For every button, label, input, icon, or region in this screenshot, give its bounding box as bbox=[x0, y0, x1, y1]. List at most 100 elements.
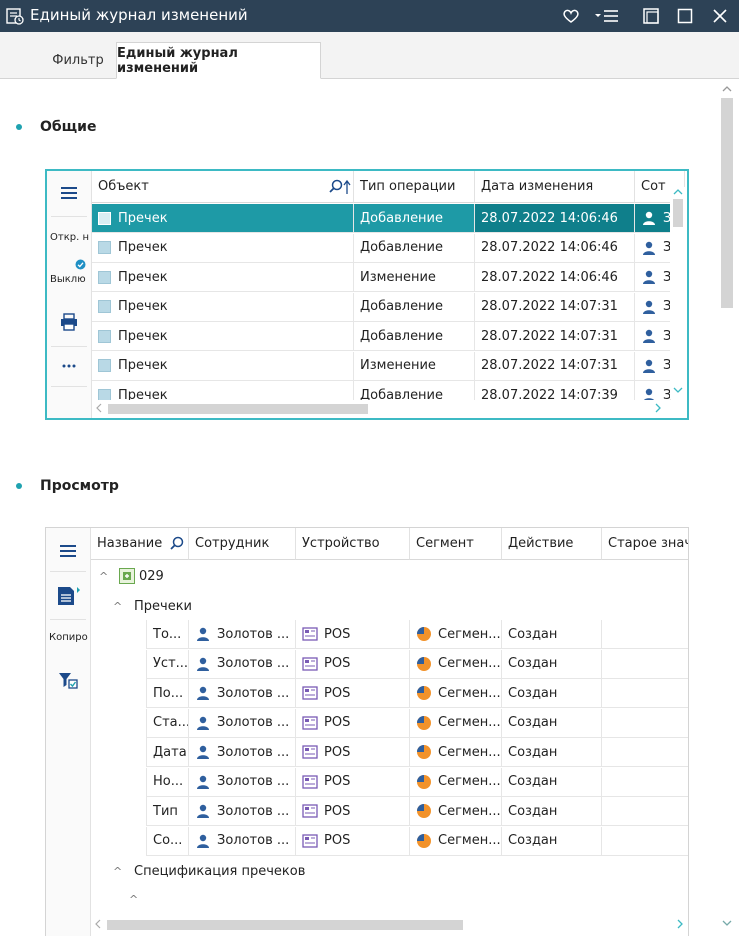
cell-device[interactable]: POS bbox=[296, 797, 410, 826]
cell-operation[interactable]: Изменение bbox=[354, 351, 475, 381]
cell-employee[interactable]: Золотов ... bbox=[189, 679, 296, 708]
cell-name[interactable]: Но... bbox=[146, 767, 189, 797]
tree-subgroup-specification[interactable]: ^ Спецификация пречеков bbox=[113, 860, 305, 882]
tab-filter[interactable]: Фильтр bbox=[40, 42, 116, 79]
menu-button[interactable] bbox=[592, 4, 622, 28]
chevron-down-icon[interactable] bbox=[721, 918, 733, 928]
cell-name[interactable]: По... bbox=[146, 679, 189, 708]
cell-device[interactable]: POS bbox=[296, 679, 410, 708]
collapse-caret-icon[interactable]: ^ bbox=[129, 893, 141, 906]
tree-group-029[interactable]: ^ 029 bbox=[99, 565, 164, 587]
cell-employee[interactable]: Золотов ... bbox=[189, 826, 296, 856]
cell-old-value[interactable] bbox=[602, 827, 688, 856]
chevron-up-icon[interactable] bbox=[721, 84, 733, 94]
cell-segment[interactable]: Сегмен... bbox=[410, 797, 502, 826]
cell-employee[interactable]: З bbox=[635, 204, 671, 233]
cell-old-value[interactable] bbox=[602, 738, 688, 767]
cell-date[interactable]: 28.07.2022 14:07:31 bbox=[475, 322, 635, 351]
cell-device[interactable]: POS bbox=[296, 738, 410, 767]
cell-employee[interactable]: Золотов ... bbox=[189, 797, 296, 826]
cell-device[interactable]: POS bbox=[296, 620, 410, 649]
cell-name[interactable]: Уст... bbox=[146, 649, 189, 679]
chevron-right-icon[interactable] bbox=[676, 919, 684, 929]
cell-name[interactable]: То... bbox=[146, 620, 189, 649]
cell-employee[interactable]: Золотов ... bbox=[189, 738, 296, 767]
cell-action[interactable]: Создан bbox=[502, 767, 602, 797]
cell-device[interactable]: POS bbox=[296, 708, 410, 738]
cell-segment[interactable]: Сегмен... bbox=[410, 767, 502, 797]
column-header-action[interactable]: Действие bbox=[502, 528, 602, 560]
search-icon[interactable] bbox=[169, 536, 185, 552]
cell-old-value[interactable] bbox=[602, 768, 688, 797]
cell-date[interactable]: 28.07.2022 14:07:31 bbox=[475, 292, 635, 322]
copy-button-label[interactable]: Копиро bbox=[49, 632, 89, 643]
cell-object[interactable]: Пречек bbox=[92, 322, 354, 351]
cell-name[interactable]: Дата bbox=[146, 738, 189, 767]
cell-date[interactable]: 28.07.2022 14:06:46 bbox=[475, 233, 635, 263]
changes-vscroll-thumb[interactable] bbox=[673, 199, 683, 227]
cell-name[interactable]: Ста... bbox=[146, 708, 189, 738]
cell-action[interactable]: Создан bbox=[502, 679, 602, 708]
cell-employee[interactable]: Золотов ... bbox=[189, 620, 296, 649]
cell-operation[interactable]: Добавление bbox=[354, 322, 475, 351]
cell-name[interactable]: Со... bbox=[146, 826, 189, 856]
favorite-button[interactable] bbox=[558, 4, 584, 28]
changes-hscroll-thumb[interactable] bbox=[108, 404, 368, 414]
cell-operation[interactable]: Добавление bbox=[354, 204, 475, 233]
cell-action[interactable]: Создан bbox=[502, 797, 602, 826]
tree-subgroup-prechecks[interactable]: ^ Пречеки bbox=[113, 595, 192, 617]
main-scroll-thumb[interactable] bbox=[721, 98, 733, 308]
chevron-up-icon[interactable] bbox=[672, 187, 684, 197]
chevron-down-icon[interactable] bbox=[672, 385, 684, 395]
cell-action[interactable]: Создан bbox=[502, 826, 602, 856]
cell-action[interactable]: Создан bbox=[502, 708, 602, 738]
column-header-date[interactable]: Дата изменения bbox=[475, 171, 635, 203]
changes-horizontal-scrollbar[interactable] bbox=[92, 400, 687, 416]
cell-date[interactable]: 28.07.2022 14:07:31 bbox=[475, 351, 635, 381]
restore-window-button[interactable] bbox=[638, 4, 664, 28]
cell-employee[interactable]: Золотов ... bbox=[189, 649, 296, 679]
cell-segment[interactable]: Сегмен... bbox=[410, 708, 502, 738]
cell-employee[interactable]: З bbox=[635, 292, 671, 322]
open-button-label[interactable]: Откр. н bbox=[50, 232, 90, 243]
cell-operation[interactable]: Добавление bbox=[354, 233, 475, 263]
cell-operation[interactable]: Добавление bbox=[354, 292, 475, 322]
cell-employee[interactable]: З bbox=[635, 263, 671, 292]
cell-old-value[interactable] bbox=[602, 620, 688, 649]
column-header-old-value[interactable]: Старое знач bbox=[602, 528, 688, 560]
cell-employee[interactable]: З bbox=[635, 233, 671, 263]
cell-object[interactable]: Пречек bbox=[92, 233, 354, 263]
cell-old-value[interactable] bbox=[602, 709, 688, 738]
column-header-employee[interactable]: Сотрудник bbox=[189, 528, 296, 560]
cell-action[interactable]: Создан bbox=[502, 620, 602, 649]
chevron-left-icon[interactable] bbox=[95, 403, 103, 413]
cell-employee[interactable]: Золотов ... bbox=[189, 708, 296, 738]
cell-object[interactable]: Пречек bbox=[92, 204, 354, 233]
cell-segment[interactable]: Сегмен... bbox=[410, 620, 502, 649]
cell-operation[interactable]: Изменение bbox=[354, 263, 475, 292]
cell-object[interactable]: Пречек bbox=[92, 351, 354, 381]
cell-segment[interactable]: Сегмен... bbox=[410, 679, 502, 708]
cell-date[interactable]: 28.07.2022 14:06:46 bbox=[475, 204, 635, 233]
cell-action[interactable]: Создан bbox=[502, 738, 602, 767]
cell-segment[interactable]: Сегмен... bbox=[410, 649, 502, 679]
print-button[interactable] bbox=[47, 307, 91, 337]
details-horizontal-scrollbar[interactable] bbox=[91, 916, 688, 932]
cell-action[interactable]: Создан bbox=[502, 649, 602, 679]
cell-old-value[interactable] bbox=[602, 650, 688, 679]
cell-old-value[interactable] bbox=[602, 679, 688, 708]
cell-segment[interactable]: Сегмен... bbox=[410, 826, 502, 856]
changes-menu-button[interactable] bbox=[47, 177, 91, 209]
toggle-button-label[interactable]: Выклю bbox=[50, 274, 90, 285]
cell-device[interactable]: POS bbox=[296, 767, 410, 797]
search-sort-icon[interactable] bbox=[328, 179, 352, 195]
details-menu-button[interactable] bbox=[46, 535, 90, 567]
collapse-caret-icon[interactable]: ^ bbox=[113, 865, 125, 878]
document-list-button[interactable] bbox=[46, 578, 90, 612]
close-button[interactable] bbox=[707, 4, 733, 28]
cell-employee[interactable]: З bbox=[635, 351, 671, 381]
cell-employee[interactable]: З bbox=[635, 322, 671, 351]
collapse-caret-icon[interactable]: ^ bbox=[113, 600, 125, 613]
cell-date[interactable]: 28.07.2022 14:06:46 bbox=[475, 263, 635, 292]
main-vertical-scrollbar[interactable] bbox=[717, 80, 737, 936]
